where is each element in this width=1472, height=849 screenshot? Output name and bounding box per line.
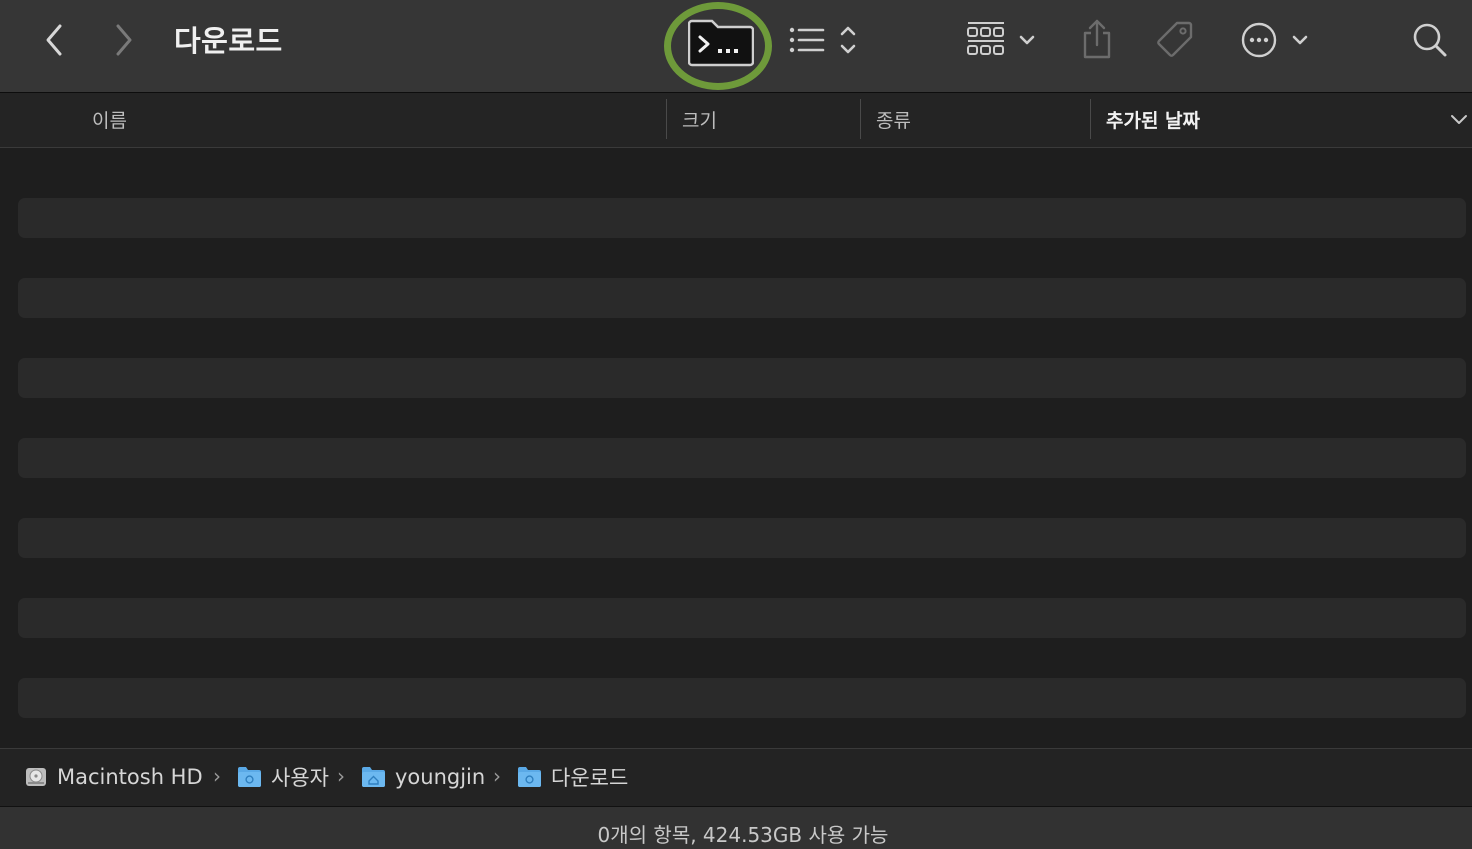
list-row-stripe (18, 518, 1466, 558)
path-item-macintosh-hd[interactable]: Macintosh HD (24, 763, 203, 791)
path-bar: Macintosh HD › 사용자 › youngjin › 다운로드 (0, 748, 1472, 806)
window-title: 다운로드 (174, 24, 283, 58)
path-separator: › (493, 764, 501, 788)
search-button[interactable] (1410, 20, 1450, 60)
list-row-stripe (18, 358, 1466, 398)
path-item-label: 사용자 (271, 766, 329, 790)
sort-direction-indicator[interactable] (1448, 109, 1470, 131)
column-divider[interactable] (666, 99, 667, 139)
group-button[interactable] (964, 18, 1040, 60)
chevron-down-icon (1451, 115, 1467, 124)
home-folder-icon (361, 766, 386, 788)
chevron-right-icon (116, 24, 132, 56)
more-actions-button[interactable] (1240, 20, 1312, 60)
hard-drive-icon (24, 765, 48, 789)
forward-button[interactable] (106, 20, 142, 60)
folder-icon (237, 766, 262, 788)
path-item-downloads[interactable]: 다운로드 (517, 763, 628, 791)
column-date-added[interactable]: 추가된 날짜 (1106, 106, 1200, 133)
share-button[interactable] (1078, 16, 1116, 62)
list-row-stripe (18, 678, 1466, 718)
tag-icon (1157, 21, 1193, 57)
list-view-icon (789, 26, 856, 54)
status-text: 0개의 항목, 424.53GB 사용 가능 (597, 823, 889, 847)
list-row-stripe (18, 438, 1466, 478)
path-item-label: 다운로드 (551, 766, 629, 790)
share-icon (1083, 19, 1111, 59)
path-item-youngjin[interactable]: youngjin (361, 763, 485, 791)
path-separator: › (213, 764, 221, 788)
list-row-stripe (18, 278, 1466, 318)
list-row-stripe (18, 198, 1466, 238)
path-separator: › (337, 764, 345, 788)
column-header: 이름 크기 종류 추가된 날짜 (0, 93, 1472, 148)
view-options-button[interactable] (788, 20, 862, 60)
ellipsis-circle-icon (1241, 22, 1308, 58)
search-icon (1413, 23, 1447, 57)
highlight-circle (664, 2, 772, 90)
column-kind[interactable]: 종류 (876, 106, 911, 133)
back-button[interactable] (36, 20, 72, 60)
path-item-users[interactable]: 사용자 (237, 763, 329, 791)
tag-button[interactable] (1154, 18, 1196, 60)
grid-group-icon (967, 22, 1035, 55)
column-divider[interactable] (1090, 99, 1091, 139)
path-item-label: youngjin (395, 765, 486, 789)
status-bar: 0개의 항목, 424.53GB 사용 가능 (0, 806, 1472, 849)
column-divider[interactable] (860, 99, 861, 139)
column-name[interactable]: 이름 (92, 106, 127, 133)
file-list[interactable] (0, 148, 1472, 748)
path-item-label: Macintosh HD (57, 765, 203, 789)
downloads-folder-icon (517, 766, 542, 788)
column-size[interactable]: 크기 (682, 106, 717, 133)
list-row-stripe (18, 598, 1466, 638)
chevron-left-icon (46, 24, 62, 56)
toolbar: 다운로드 (0, 0, 1472, 93)
